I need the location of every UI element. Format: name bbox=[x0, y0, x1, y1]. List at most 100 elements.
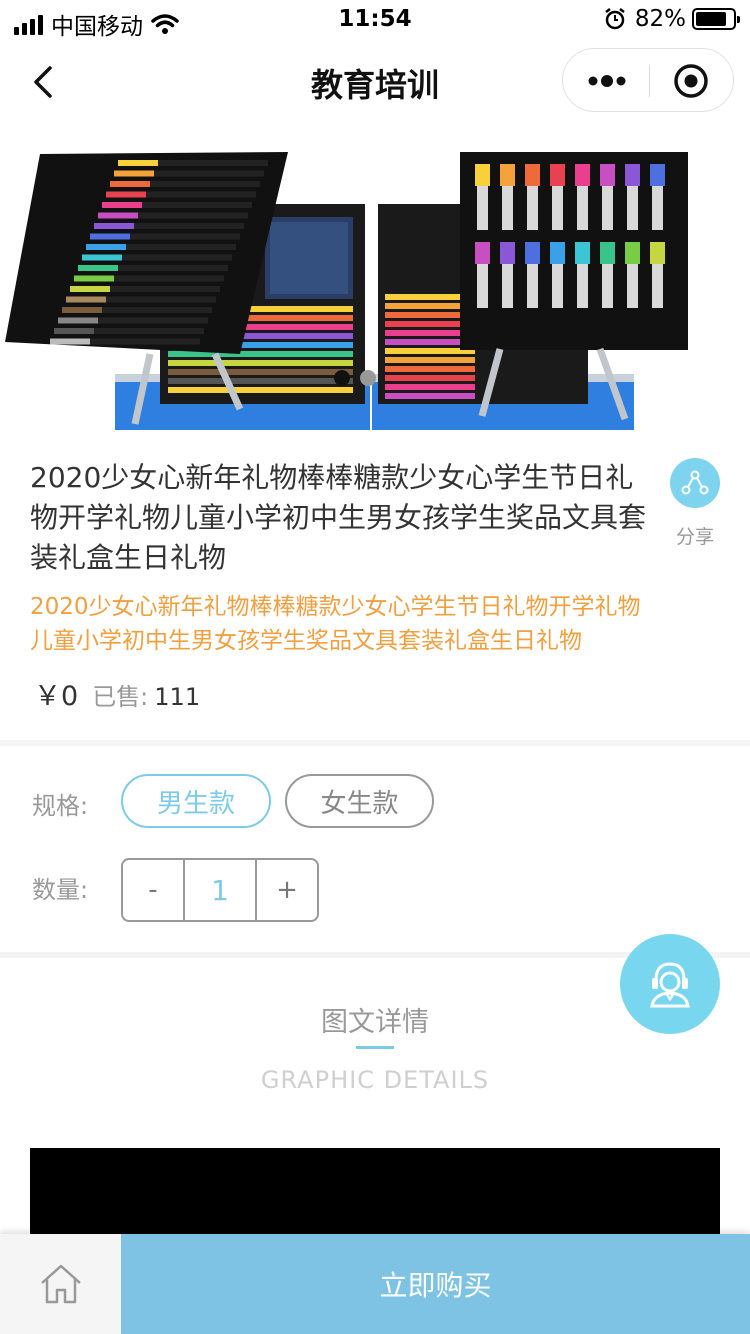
marker-tip bbox=[98, 212, 138, 219]
marker-barrel bbox=[577, 186, 588, 230]
marker-body bbox=[154, 170, 264, 177]
battery-percent: 82% bbox=[634, 6, 686, 32]
share-icon-circle[interactable] bbox=[670, 458, 720, 508]
spec-option-female[interactable]: 女生款 bbox=[285, 774, 434, 828]
marker-body bbox=[138, 212, 248, 219]
customer-service-button[interactable] bbox=[620, 934, 720, 1034]
quantity-label: 数量: bbox=[32, 876, 89, 904]
marker-body bbox=[102, 307, 212, 313]
marker-barrel bbox=[477, 186, 488, 230]
details-underline bbox=[356, 1046, 394, 1049]
marker-body bbox=[126, 244, 236, 250]
marker-barrel bbox=[652, 264, 663, 308]
marker-tip bbox=[78, 265, 118, 271]
marker-tip bbox=[70, 286, 110, 292]
marker-cap bbox=[550, 242, 565, 264]
crayon bbox=[385, 375, 475, 381]
marker-cap bbox=[600, 164, 615, 186]
marker-barrel bbox=[502, 264, 513, 308]
quantity-value[interactable]: 1 bbox=[185, 860, 257, 920]
battery-icon bbox=[692, 8, 740, 30]
marker-tip bbox=[74, 275, 114, 282]
status-bar: 中国移动 11:54 82% bbox=[0, 0, 750, 40]
marker-cap bbox=[575, 242, 590, 264]
marker-cap bbox=[525, 242, 540, 264]
product-image[interactable] bbox=[0, 124, 750, 430]
marker-body bbox=[122, 254, 232, 261]
marker-body bbox=[118, 265, 228, 271]
marker-cap bbox=[475, 242, 490, 264]
marker-barrel bbox=[627, 264, 638, 308]
marker-barrel bbox=[502, 186, 513, 230]
status-right: 82% bbox=[603, 6, 740, 32]
marker-barrel bbox=[652, 186, 663, 230]
crayon bbox=[385, 393, 475, 399]
more-icon[interactable] bbox=[585, 69, 629, 93]
marker-body bbox=[106, 296, 216, 303]
marker-body bbox=[90, 338, 200, 345]
pencil bbox=[168, 378, 353, 384]
pencil bbox=[168, 360, 353, 366]
spec-option-male[interactable]: 男生款 bbox=[121, 774, 271, 828]
price-row: ￥0 已售: 111 bbox=[34, 674, 200, 713]
marker-tip bbox=[102, 202, 142, 208]
crayon bbox=[385, 357, 475, 363]
pencil bbox=[168, 387, 353, 393]
bottom-bar: 立即购买 bbox=[0, 1234, 750, 1334]
marker-cap bbox=[650, 164, 665, 186]
share-button[interactable]: 分享 bbox=[670, 458, 720, 549]
marker-barrel bbox=[577, 264, 588, 308]
home-icon bbox=[40, 1264, 81, 1304]
decrement-button[interactable]: - bbox=[123, 860, 185, 920]
price: ￥0 bbox=[34, 681, 79, 712]
marker-tip bbox=[50, 338, 90, 345]
marker-body bbox=[94, 328, 204, 334]
nav-bar: 教育培训 bbox=[0, 40, 750, 124]
marker-barrel bbox=[527, 186, 538, 230]
marker-body bbox=[130, 233, 240, 240]
capsule-divider bbox=[649, 65, 650, 97]
alarm-icon bbox=[605, 8, 625, 30]
marker-barrel bbox=[552, 186, 563, 230]
increment-button[interactable]: + bbox=[257, 860, 317, 920]
marker-body bbox=[134, 223, 244, 229]
marker-cap bbox=[500, 164, 515, 186]
spec-section: 规格: 男生款 女生款 数量: - 1 + bbox=[0, 746, 750, 952]
pencil bbox=[168, 351, 353, 357]
marker-tip bbox=[58, 317, 98, 324]
marker-cap bbox=[625, 164, 640, 186]
marker-body bbox=[142, 202, 252, 208]
home-button[interactable] bbox=[0, 1234, 121, 1334]
marker-cap bbox=[525, 164, 540, 186]
marker-tip bbox=[114, 170, 154, 177]
sold-label: 已售: bbox=[92, 683, 149, 711]
quantity-stepper: - 1 + bbox=[121, 858, 319, 922]
marker-tip bbox=[62, 307, 102, 313]
buy-now-button[interactable]: 立即购买 bbox=[121, 1234, 750, 1334]
marker-tip bbox=[86, 244, 126, 250]
target-icon[interactable] bbox=[673, 63, 709, 99]
marker-tip bbox=[54, 328, 94, 334]
pencil bbox=[168, 369, 353, 375]
marker-barrel bbox=[602, 264, 613, 308]
share-label: 分享 bbox=[675, 526, 714, 548]
details-subtitle: GRAPHIC DETAILS bbox=[260, 1066, 490, 1094]
marker-tip bbox=[94, 223, 134, 229]
customer-service-icon bbox=[650, 962, 690, 1008]
marker-tip bbox=[118, 160, 158, 166]
sold-count: 111 bbox=[154, 683, 201, 711]
marker-cap bbox=[475, 164, 490, 186]
mini-program-capsule bbox=[562, 48, 734, 112]
art-supplies-case-image bbox=[0, 124, 750, 430]
marker-body bbox=[150, 181, 260, 187]
details-image bbox=[30, 1148, 720, 1234]
marker-tip bbox=[90, 233, 130, 240]
product-subtitle: 2020少女心新年礼物棒棒糖款少女心学生节日礼物开学礼物儿童小学初中生男女孩学生… bbox=[30, 594, 641, 654]
marker-body bbox=[110, 286, 220, 292]
share-icon bbox=[681, 470, 709, 495]
marker-barrel bbox=[602, 186, 613, 230]
marker-cap bbox=[600, 242, 615, 264]
marker-cap bbox=[575, 164, 590, 186]
marker-tip bbox=[82, 254, 122, 261]
marker-barrel bbox=[552, 264, 563, 308]
